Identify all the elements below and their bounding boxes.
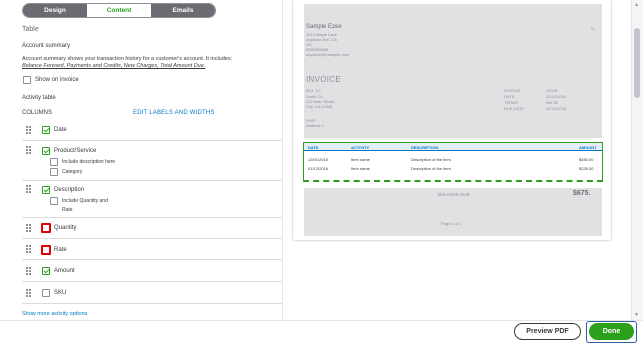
row-activity: Item name	[351, 157, 370, 162]
include-quantity-rate-checkbox[interactable]	[50, 197, 58, 205]
columns-label: COLUMNS	[22, 110, 53, 116]
include-description-label: Include description here	[62, 159, 116, 165]
include-quantity-label: Include Quantity and	[62, 198, 108, 204]
row-activity: Item name	[351, 166, 370, 171]
rate-checkbox[interactable]	[41, 245, 51, 255]
product-service-label: Product/Service	[54, 148, 97, 154]
meta-label: DATE	[504, 94, 515, 99]
scroll-down-icon[interactable]: ▼	[634, 312, 639, 318]
drag-handle-icon[interactable]	[26, 289, 32, 297]
drag-handle-icon[interactable]	[26, 224, 32, 232]
meta-label: TERMS	[504, 100, 518, 105]
category-label: Category	[62, 169, 83, 175]
sku-label: SKU	[54, 290, 67, 296]
col-header-description: DESCRIPTION	[411, 145, 439, 150]
show-on-invoice-label: Show on invoice	[35, 77, 79, 83]
quantity-label: Quantity	[54, 225, 77, 231]
preview-pdf-button[interactable]: Preview PDF	[514, 323, 581, 340]
balance-due-value: $675.	[573, 190, 591, 197]
drag-handle-icon[interactable]	[26, 146, 32, 154]
scroll-thumb[interactable]	[634, 28, 640, 98]
done-button[interactable]: Done	[589, 323, 634, 340]
rate-label: Rate	[54, 247, 67, 253]
product-service-checkbox[interactable]	[42, 147, 50, 155]
meta-value: 01/12/2016	[546, 94, 567, 99]
col-header-activity: ACTIVITY	[351, 145, 370, 150]
divider	[22, 217, 282, 218]
row-amount: $450.00	[579, 157, 594, 162]
meta-label: DUE DATE	[504, 106, 524, 111]
row-date: 12/01/2016	[308, 157, 329, 162]
row-amount: $225.00	[579, 166, 594, 171]
account-summary-heading: Account summary	[22, 43, 71, 49]
description-checkbox[interactable]	[42, 186, 50, 194]
drag-handle-icon[interactable]	[26, 267, 32, 275]
edit-pencil-icon[interactable]: ✎	[590, 26, 595, 33]
bill-to-line: BILL TO	[306, 88, 321, 93]
show-on-invoice-checkbox[interactable]	[23, 76, 31, 84]
divider	[22, 140, 282, 141]
ship-to-line: Address 1	[306, 123, 325, 128]
description-label: Description	[54, 187, 85, 193]
section-title: Table	[22, 26, 39, 33]
quantity-checkbox[interactable]	[41, 223, 51, 233]
header-block[interactable]	[304, 4, 602, 138]
category-checkbox[interactable]	[50, 168, 58, 176]
invoice-title: INVOICE	[306, 75, 341, 84]
activity-table-header	[304, 143, 602, 151]
content-settings: Table Account summary Account summary sh…	[0, 0, 282, 320]
show-more-activity-link[interactable]: Show more activity options	[22, 311, 87, 317]
divider	[22, 180, 282, 181]
meta-value: 12345	[546, 88, 558, 93]
drag-handle-icon[interactable]	[26, 245, 32, 253]
amount-label: Amount	[54, 268, 75, 274]
divider	[22, 281, 282, 282]
description-line-2: Balance Forward, Payments and Credits, N…	[22, 63, 206, 69]
date-label: Date	[54, 127, 67, 133]
page-number: Page 1 of 1	[441, 221, 462, 226]
divider	[22, 238, 282, 239]
description-line-1: Account summary shows your transaction h…	[22, 56, 233, 62]
meta-label: INVOICE	[504, 88, 521, 93]
row-description: Description of the item	[411, 166, 451, 171]
include-description-checkbox[interactable]	[50, 158, 58, 166]
scroll-up-icon[interactable]: ▲	[634, 2, 639, 8]
col-header-date: DATE	[308, 145, 319, 150]
row-date: 01/12/2016	[308, 166, 329, 171]
date-checkbox[interactable]	[42, 126, 50, 134]
bill-to-line: City, CA 12345	[306, 104, 333, 109]
drag-handle-icon[interactable]	[26, 185, 32, 193]
divider	[22, 259, 282, 260]
divider	[22, 303, 282, 304]
meta-value: Net 30	[546, 100, 558, 105]
meta-value: 02/12/2016	[546, 106, 567, 111]
edit-labels-link[interactable]: EDIT LABELS AND WIDTHS	[133, 110, 215, 116]
amount-checkbox[interactable]	[42, 267, 50, 275]
address-line: anystore@example.com	[306, 52, 350, 57]
drag-handle-icon[interactable]	[26, 126, 32, 134]
balance-due-label: BALANCE DUE	[438, 192, 470, 197]
rate-sub-label: Rate	[62, 207, 73, 213]
account-summary-description: Account summary shows your transaction h…	[22, 56, 262, 70]
activity-table-heading: Activity table	[22, 95, 56, 101]
sku-checkbox[interactable]	[42, 289, 50, 297]
col-header-amount: AMOUNT	[579, 145, 597, 150]
invoice-customization-panel: Design Content Emails Table Account summ…	[0, 0, 643, 345]
row-description: Description of the item	[411, 157, 451, 162]
company-name: Sample Ezee	[306, 24, 342, 30]
